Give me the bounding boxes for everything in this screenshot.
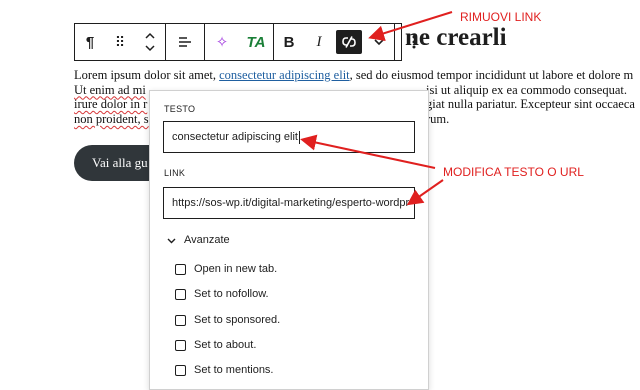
arrow-to-text-input [300,134,436,169]
arrow-to-unlink [368,11,453,42]
annotation-arrows [300,11,453,206]
arrow-to-url-input [406,179,444,206]
